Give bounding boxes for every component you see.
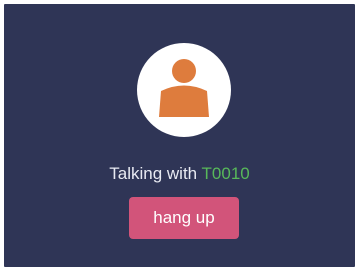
peer-id: T0010: [201, 164, 250, 183]
person-icon: [159, 59, 209, 117]
avatar: [137, 43, 231, 137]
call-status-label: Talking with: [109, 164, 202, 183]
call-status: Talking with T0010: [4, 164, 355, 184]
call-panel: Talking with T0010 hang up: [4, 4, 355, 267]
hang-up-button[interactable]: hang up: [129, 197, 239, 239]
